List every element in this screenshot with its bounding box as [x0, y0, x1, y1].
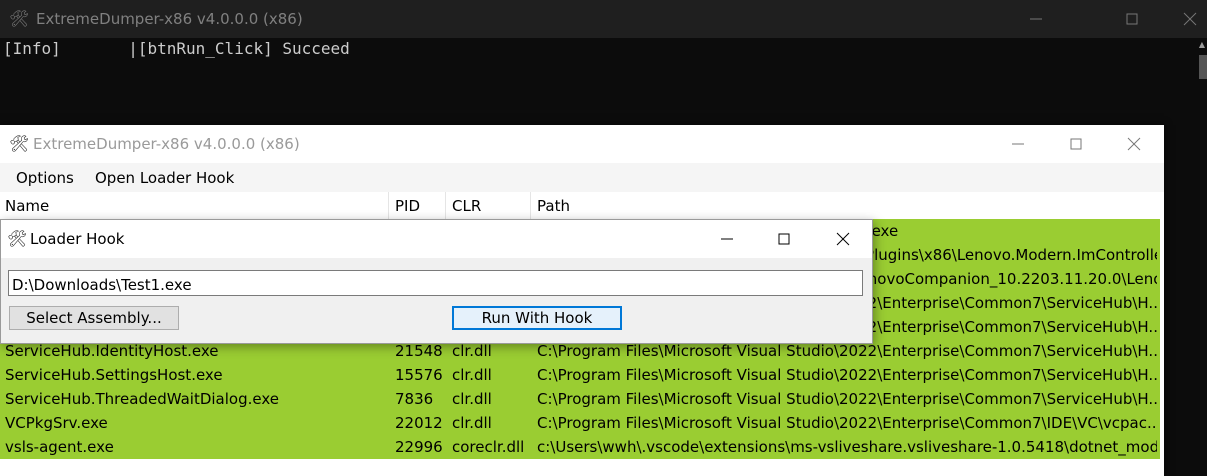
cell-clr: coreclr.dll — [452, 438, 525, 456]
cell-name: vsls-agent.exe — [5, 438, 114, 456]
console-titlebar[interactable]: 🛠 ExtremeDumper-x86 v4.0.0.0 (x86) — [0, 0, 1207, 38]
maximize-icon[interactable] — [772, 227, 796, 251]
table-row[interactable]: VCPkgSrv.exe 22012 clr.dll C:\Program Fi… — [0, 411, 1160, 435]
console-output: [Info] |[btnRun_Click] Succeed — [3, 39, 350, 58]
maximize-icon[interactable] — [1064, 132, 1088, 156]
cell-clr: clr.dll — [452, 342, 492, 360]
cell-path: C:\Program Files\Microsoft Visual Studio… — [537, 342, 1157, 360]
menubar: Options Open Loader Hook — [0, 163, 1164, 192]
minimize-icon[interactable] — [1024, 7, 1048, 31]
menu-open-loader-hook[interactable]: Open Loader Hook — [95, 169, 234, 187]
main-title: ExtremeDumper-x86 v4.0.0.0 (x86) — [33, 135, 300, 153]
assembly-path-input[interactable] — [8, 270, 863, 296]
run-with-hook-button[interactable]: Run With Hook — [452, 306, 622, 330]
loader-title: Loader Hook — [30, 230, 125, 248]
main-titlebar[interactable]: 🛠 ExtremeDumper-x86 v4.0.0.0 (x86) — [0, 125, 1164, 163]
cell-name: ServiceHub.SettingsHost.exe — [5, 366, 223, 384]
minimize-icon[interactable] — [1006, 132, 1030, 156]
minimize-icon[interactable] — [715, 227, 739, 251]
cell-name: ServiceHub.ThreadedWaitDialog.exe — [5, 390, 279, 408]
cell-path: C:\Program Files\Microsoft Visual Studio… — [537, 390, 1157, 408]
close-icon[interactable] — [1122, 132, 1146, 156]
table-row[interactable]: ServiceHub.SettingsHost.exe 15576 clr.dl… — [0, 363, 1160, 387]
list-header: Name PID CLR Path — [0, 192, 1160, 220]
cell-clr: clr.dll — [452, 366, 492, 384]
column-divider[interactable] — [530, 192, 531, 219]
select-assembly-button[interactable]: Select Assembly... — [9, 306, 179, 330]
loader-hook-window: 🛠 Loader Hook Select Assembly... Run Wit… — [0, 219, 873, 344]
cell-pid: 22012 — [395, 414, 443, 432]
cell-pid: 15576 — [395, 366, 443, 384]
tools-icon: 🛠 — [9, 134, 30, 153]
menu-options[interactable]: Options — [16, 169, 74, 187]
cell-path: c:\Users\wwh\.vscode\extensions\ms-vsliv… — [537, 438, 1157, 456]
table-row[interactable]: vsls-agent.exe 22996 coreclr.dll c:\User… — [0, 435, 1160, 459]
column-divider[interactable] — [445, 192, 446, 219]
maximize-icon[interactable] — [1120, 7, 1144, 31]
loader-titlebar[interactable]: 🛠 Loader Hook — [1, 220, 872, 258]
tools-icon: 🛠 — [7, 229, 28, 248]
column-divider[interactable] — [388, 192, 389, 219]
table-row[interactable]: ServiceHub.ThreadedWaitDialog.exe 7836 c… — [0, 387, 1160, 411]
cell-name: ServiceHub.IdentityHost.exe — [5, 342, 219, 360]
close-icon[interactable] — [831, 227, 855, 251]
cell-path: C:\Program Files\Microsoft Visual Studio… — [537, 414, 1157, 432]
console-scrollbar-thumb[interactable] — [1199, 55, 1207, 79]
scroll-up-icon[interactable]: ▲ — [1197, 40, 1207, 50]
close-icon[interactable] — [1178, 7, 1202, 31]
cell-clr: clr.dll — [452, 414, 492, 432]
tools-icon: 🛠 — [9, 9, 30, 28]
cell-path: C:\Program Files\Microsoft Visual Studio… — [537, 366, 1157, 384]
cell-pid: 7836 — [395, 390, 434, 408]
cell-name: VCPkgSrv.exe — [5, 414, 108, 432]
console-title: ExtremeDumper-x86 v4.0.0.0 (x86) — [36, 10, 303, 28]
cell-clr: clr.dll — [452, 390, 492, 408]
cell-pid: 22996 — [395, 438, 443, 456]
cell-pid: 21548 — [395, 342, 443, 360]
